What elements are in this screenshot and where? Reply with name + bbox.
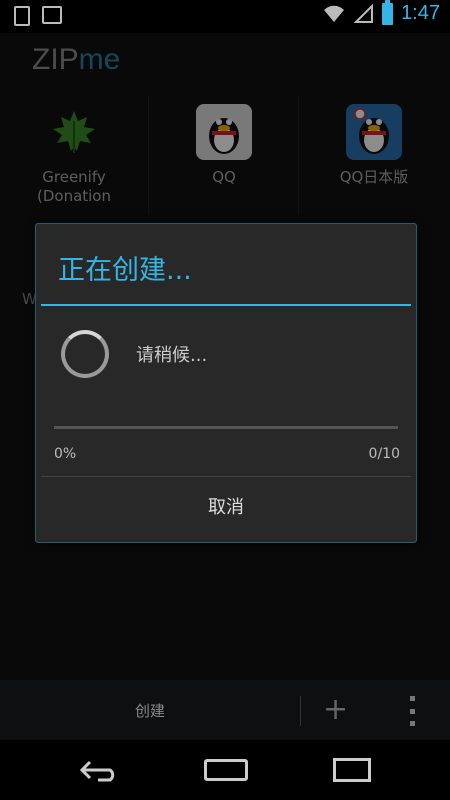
status-bar: 1:47 <box>0 0 450 33</box>
home-button[interactable] <box>196 754 256 786</box>
image-icon <box>42 6 62 24</box>
progress-count: 0/10 <box>368 446 400 462</box>
system-icons: 1:47 <box>322 0 440 25</box>
home-icon <box>204 759 248 781</box>
download-icon <box>14 6 30 26</box>
dialog-message: 请稍候... <box>136 345 208 366</box>
progress-bar <box>54 426 398 429</box>
recent-apps-button[interactable] <box>322 754 382 786</box>
overflow-menu-icon[interactable] <box>405 696 419 726</box>
back-icon <box>79 760 115 782</box>
recent-apps-icon <box>333 758 371 782</box>
wifi-icon <box>324 5 345 22</box>
back-button[interactable] <box>70 754 130 786</box>
notification-icons <box>14 6 62 26</box>
action-divider <box>300 696 301 726</box>
add-icon[interactable]: + <box>323 692 348 727</box>
dialog-title: 正在创建... <box>58 255 192 286</box>
clock: 1:47 <box>401 2 440 24</box>
navigation-bar <box>0 740 450 800</box>
signal-icon <box>354 3 374 23</box>
spinner-icon <box>61 330 109 378</box>
battery-icon <box>382 0 394 25</box>
progress-percent: 0% <box>54 446 77 462</box>
create-button[interactable]: 创建 <box>0 680 300 740</box>
progress-dialog: 正在创建... 请稍候... 0% 0/10 取消 <box>35 223 417 543</box>
title-divider <box>41 304 411 306</box>
bottom-action-bar: 创建 + <box>0 680 450 740</box>
cancel-button[interactable]: 取消 <box>41 477 411 535</box>
